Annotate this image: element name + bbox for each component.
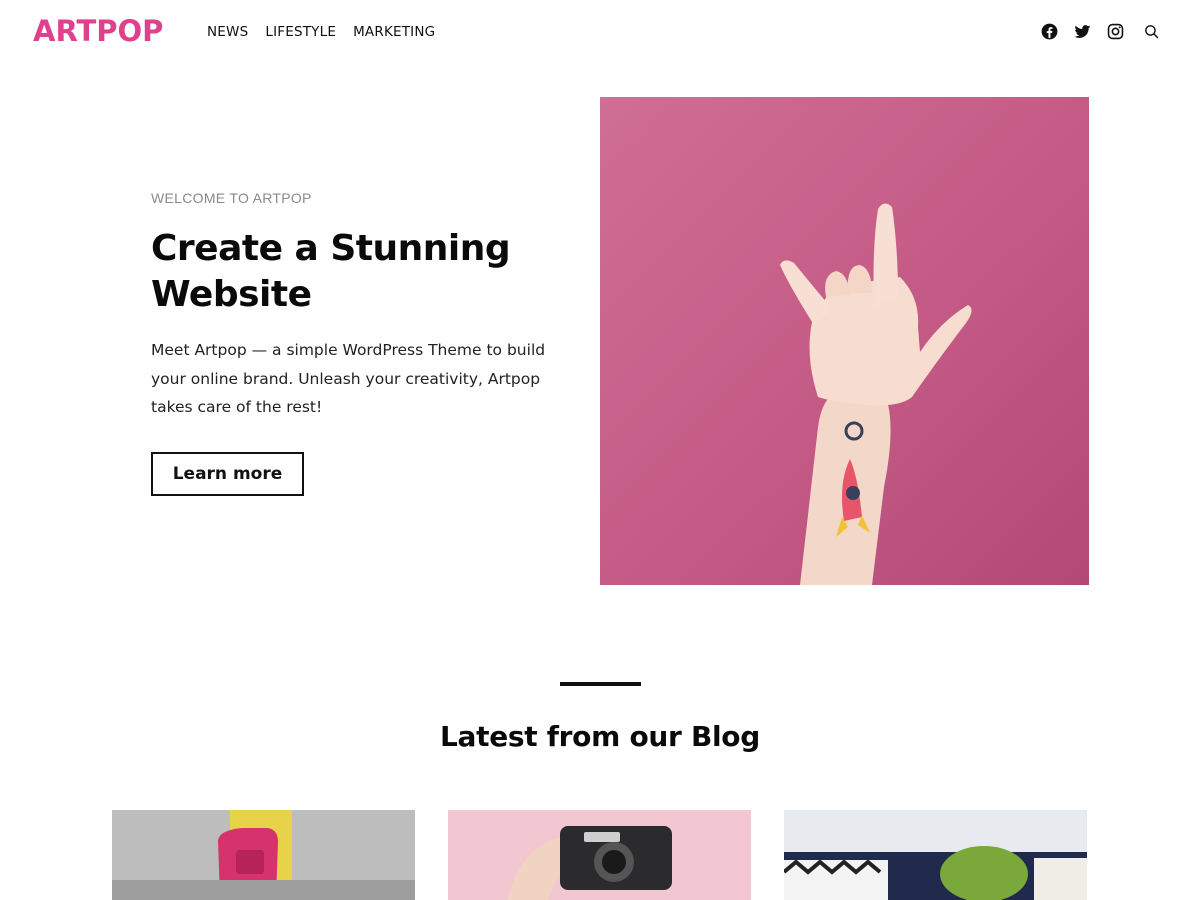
hero-eyebrow: WELCOME TO ARTPOP: [151, 190, 312, 206]
blog-section-title: Latest from our Blog: [439, 720, 760, 753]
main-nav: NEWS LIFESTYLE MARKETING: [207, 23, 435, 41]
facebook-icon[interactable]: [1040, 22, 1059, 41]
section-divider: [560, 682, 641, 686]
blog-card-image[interactable]: [112, 810, 415, 900]
hand-tattoo-illustration: [780, 203, 972, 585]
blog-card-image[interactable]: [784, 810, 1087, 900]
learn-more-button[interactable]: Learn more: [151, 452, 304, 496]
hero-description: Meet Artpop — a simple WordPress Theme t…: [151, 341, 546, 416]
camera-photo: [448, 810, 751, 900]
nav-item-marketing[interactable]: MARKETING: [353, 23, 435, 41]
nav-item-lifestyle[interactable]: LIFESTYLE: [265, 23, 336, 41]
social-links: [1040, 22, 1160, 41]
hero-title: Create a Stunning Website: [151, 228, 511, 315]
twitter-icon[interactable]: [1073, 22, 1092, 41]
backpack-photo: [112, 810, 415, 900]
plant-sofa-photo: [784, 810, 1087, 900]
search-icon[interactable]: [1143, 23, 1160, 40]
site-header: ARTPOP NEWS LIFESTYLE MARKETING: [0, 0, 1200, 64]
hero-image: [600, 97, 1089, 585]
blog-card-image[interactable]: [448, 810, 751, 900]
instagram-icon[interactable]: [1106, 22, 1125, 41]
nav-item-news[interactable]: NEWS: [207, 23, 248, 41]
site-logo[interactable]: ARTPOP: [33, 13, 163, 49]
